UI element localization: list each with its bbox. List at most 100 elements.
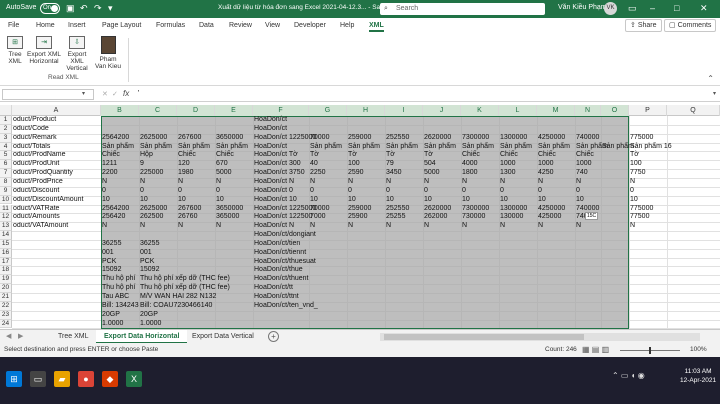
tab-home[interactable]: Home <box>36 22 55 29</box>
column-header-a[interactable]: A <box>12 105 101 116</box>
maximize-icon[interactable]: □ <box>674 3 679 13</box>
cell-d12[interactable]: 26760 <box>177 213 197 222</box>
cell-g10[interactable]: 10 <box>309 196 318 205</box>
cell-c22[interactable]: Bill: COAU7230466140 <box>139 302 212 311</box>
cell-e8[interactable]: N <box>215 178 221 187</box>
column-header-m[interactable]: M <box>537 105 575 116</box>
cell-c4[interactable]: Sản phẩm <box>139 143 172 152</box>
cell-g9[interactable]: 0 <box>309 187 314 196</box>
cell-f6[interactable]: HoaDon/ct 300 <box>253 160 301 169</box>
export-xml-horizontal-button[interactable]: ⇥ Export XML Horizontal <box>26 36 62 65</box>
cell-h10[interactable]: 10 <box>347 196 356 205</box>
excel-icon[interactable]: X <box>126 371 142 387</box>
cell-n5[interactable]: Chiếc <box>575 151 594 160</box>
cell-k7[interactable]: 1800 <box>461 169 478 178</box>
cell-f17[interactable]: HoaDon/ct/thuesuat <box>253 258 316 267</box>
cell-i9[interactable]: 0 <box>385 187 390 196</box>
tab-insert[interactable]: Insert <box>68 22 86 29</box>
cell-b6[interactable]: 1211 <box>101 160 117 169</box>
column-header-j[interactable]: J <box>423 105 461 116</box>
row-header-3[interactable]: 3 <box>0 133 12 143</box>
column-header-h[interactable]: H <box>347 105 385 116</box>
cell-l5[interactable]: Chiếc <box>499 151 518 160</box>
row-header-9[interactable]: 9 <box>0 186 12 196</box>
cell-h9[interactable]: 0 <box>347 187 352 196</box>
cell-h7[interactable]: 2590 <box>347 169 364 178</box>
cell-k13[interactable]: N <box>461 222 467 231</box>
cell-c18[interactable]: 15092 <box>139 266 159 275</box>
expand-formula-icon[interactable]: ▾ <box>713 90 716 97</box>
tree-xml-button[interactable]: ⊞ Tree XML <box>4 36 26 65</box>
row-header-23[interactable]: 23 <box>0 310 12 320</box>
cell-p6[interactable]: 100 <box>629 160 642 169</box>
tab-developer[interactable]: Developer <box>294 22 326 29</box>
column-header-b[interactable]: B <box>101 105 139 116</box>
cell-b8[interactable]: N <box>101 178 107 187</box>
cell-a10[interactable]: oduct/DiscountAmount <box>12 196 101 205</box>
cell-h4[interactable]: Sản phẩm <box>347 143 380 152</box>
scrollbar-thumb[interactable] <box>384 334 584 340</box>
row-header-1[interactable]: 1 <box>0 116 12 125</box>
tab-formulas[interactable]: Formulas <box>156 22 185 29</box>
column-header-i[interactable]: I <box>385 105 423 116</box>
search-box[interactable]: ⌕ Search <box>380 3 545 15</box>
cell-f1[interactable]: HoaDon/ct <box>253 116 287 125</box>
cell-a5[interactable]: oduct/ProdName <box>12 151 101 160</box>
cell-b3[interactable]: 2564200 <box>101 134 129 143</box>
cell-b5[interactable]: Chiếc <box>101 151 120 160</box>
horizontal-scrollbar[interactable] <box>380 333 700 341</box>
row-header-4[interactable]: 4 <box>0 142 12 152</box>
row-header-15[interactable]: 15 <box>0 239 12 249</box>
cell-a16[interactable] <box>12 249 101 258</box>
cell-p9[interactable]: 0 <box>629 187 634 196</box>
row-header-24[interactable]: 24 <box>0 319 12 329</box>
cell-f18[interactable]: HoaDon/ct/thue <box>253 266 303 275</box>
tab-xml[interactable]: XML <box>369 22 384 32</box>
cell-c23[interactable]: 20GP <box>139 311 158 320</box>
cell-a15[interactable] <box>12 240 101 249</box>
row-header-19[interactable]: 19 <box>0 275 12 285</box>
cell-i10[interactable]: 10 <box>385 196 394 205</box>
cell-g8[interactable]: N <box>309 178 315 187</box>
cell-p3[interactable]: 775000 <box>629 134 653 143</box>
cell-a1[interactable]: oduct/Product <box>12 116 101 125</box>
cell-b19[interactable]: Thu hộ phí <box>101 275 135 284</box>
cell-p12[interactable]: 77500 <box>629 213 649 222</box>
cell-a20[interactable] <box>12 284 101 293</box>
tab-file[interactable]: File <box>8 22 19 29</box>
cell-f20[interactable]: HoaDon/ct/tt <box>253 284 293 293</box>
row-header-2[interactable]: 2 <box>0 124 12 134</box>
user-name[interactable]: Văn Kiều Phạm <box>558 4 607 11</box>
undo-icon[interactable]: ↶ <box>80 3 88 14</box>
row-header-22[interactable]: 22 <box>0 301 12 311</box>
cell-j7[interactable]: 5000 <box>423 169 440 178</box>
column-header-p[interactable]: P <box>629 105 667 116</box>
tab-page-layout[interactable]: Page Layout <box>102 22 141 29</box>
cell-a18[interactable] <box>12 266 101 275</box>
cell-h6[interactable]: 100 <box>347 160 360 169</box>
cell-f9[interactable]: HoaDon/ct 0 <box>253 187 293 196</box>
zoom-slider-knob[interactable] <box>649 347 651 354</box>
select-all-corner[interactable] <box>0 105 12 116</box>
cell-e10[interactable]: 10 <box>215 196 224 205</box>
collapse-ribbon-icon[interactable]: ⌃ <box>707 74 714 83</box>
row-header-16[interactable]: 16 <box>0 248 12 258</box>
row-header-18[interactable]: 18 <box>0 266 12 276</box>
cell-h8[interactable]: N <box>347 178 353 187</box>
cell-k10[interactable]: 10 <box>461 196 470 205</box>
cell-g13[interactable]: N <box>309 222 315 231</box>
cell-d13[interactable]: N <box>177 222 183 231</box>
start-icon[interactable]: ⊞ <box>6 371 22 387</box>
cell-f7[interactable]: HoaDon/ct 3750 <box>253 169 305 178</box>
cell-c13[interactable]: N <box>139 222 145 231</box>
cell-i5[interactable]: Tờ <box>385 151 395 160</box>
cell-b7[interactable]: 2200 <box>101 169 118 178</box>
autosave-toggle[interactable]: On <box>40 3 60 14</box>
cell-g3[interactable]: 70000 <box>309 134 329 143</box>
cell-e9[interactable]: 0 <box>215 187 220 196</box>
cell-l13[interactable]: N <box>499 222 505 231</box>
cell-e7[interactable]: 5000 <box>215 169 232 178</box>
cell-d10[interactable]: 10 <box>177 196 186 205</box>
cell-p11[interactable]: 775000 <box>629 205 653 214</box>
row-header-20[interactable]: 20 <box>0 284 12 293</box>
